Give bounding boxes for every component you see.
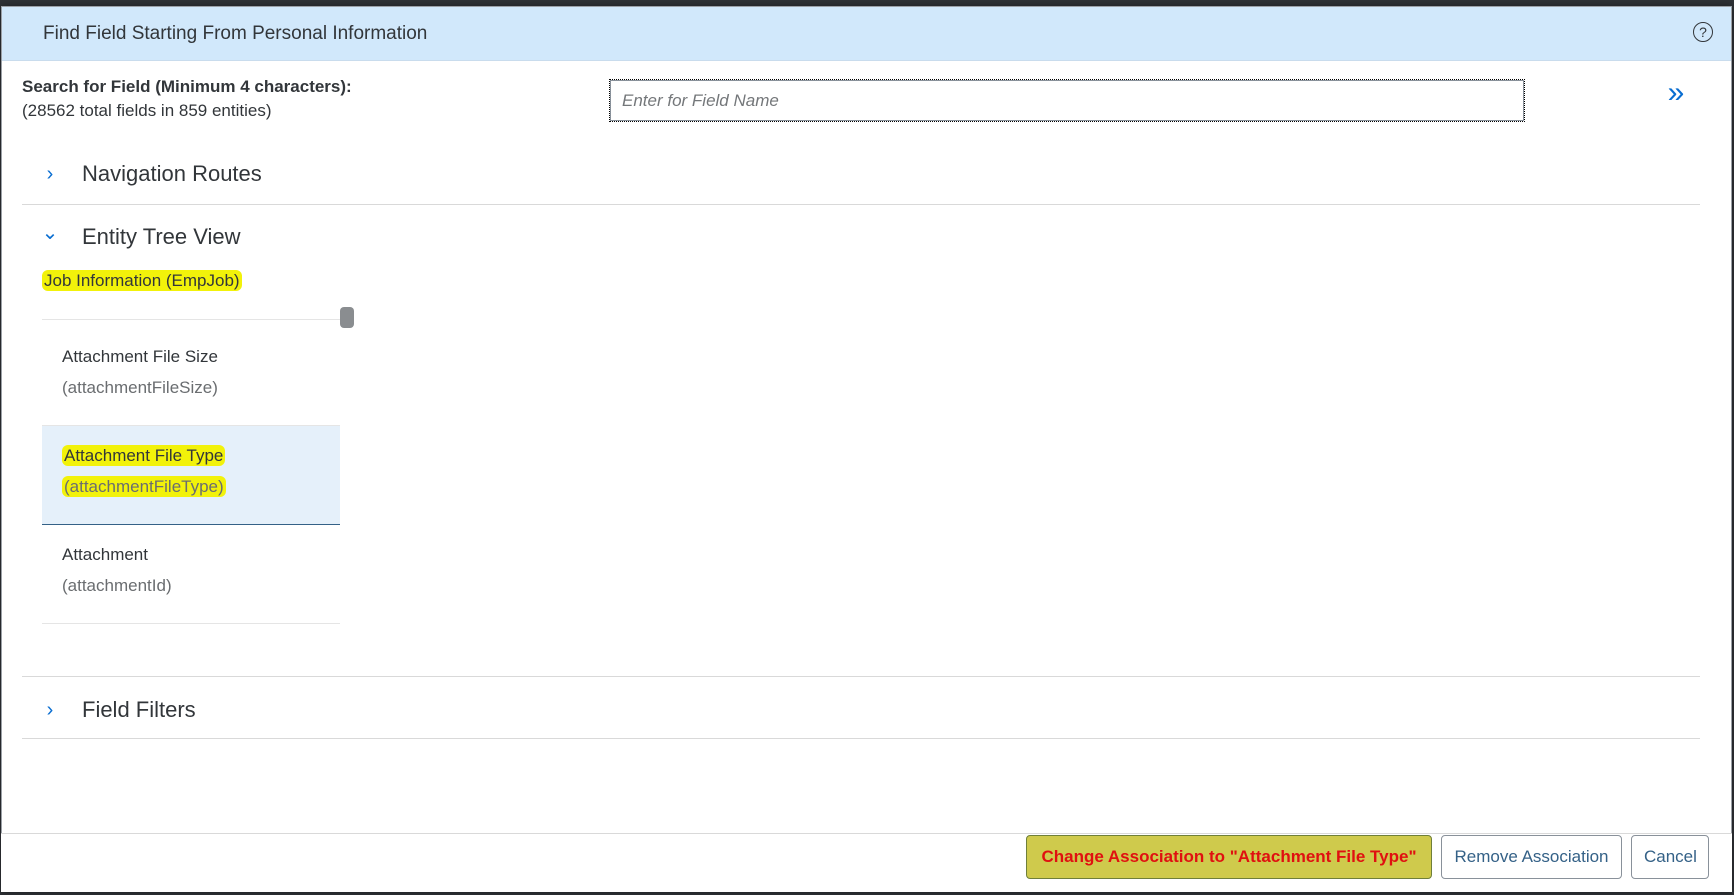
- field-id: (attachmentFileSize): [62, 378, 218, 397]
- field-id: (attachmentFileType): [62, 476, 226, 497]
- entity-title-label: Job Information (EmpJob): [42, 270, 242, 291]
- remove-association-button[interactable]: Remove Association: [1441, 835, 1622, 879]
- field-id: (attachmentId): [62, 576, 172, 595]
- change-association-button[interactable]: Change Association to "Attachment File T…: [1026, 835, 1432, 879]
- divider: [22, 738, 1700, 739]
- cancel-button[interactable]: Cancel: [1631, 835, 1709, 879]
- field-name-search-input[interactable]: [609, 79, 1525, 122]
- list-item[interactable]: Attachment File Size (attachmentFileSize…: [42, 327, 340, 426]
- search-sublabel: (28562 total fields in 859 entities): [22, 101, 272, 120]
- entity-title[interactable]: Job Information (EmpJob): [42, 270, 242, 291]
- chevron-right-icon[interactable]: ›: [39, 163, 61, 185]
- scroll-handle[interactable]: [340, 307, 354, 328]
- field-name: Attachment File Type: [62, 445, 226, 466]
- field-name: Attachment File Size: [62, 347, 218, 366]
- panel-field-filters[interactable]: › Field Filters: [22, 691, 1700, 731]
- dialog-header: Find Field Starting From Personal Inform…: [2, 7, 1731, 61]
- chevron-right-icon[interactable]: ›: [39, 699, 61, 721]
- field-name: Attachment: [62, 545, 148, 564]
- field-list: Attachment File Size (attachmentFileSize…: [42, 327, 340, 624]
- list-item[interactable]: Attachment (attachmentId): [42, 525, 340, 624]
- divider: [42, 319, 340, 320]
- double-chevron-right-icon[interactable]: »: [1662, 78, 1690, 108]
- panel-title: Navigation Routes: [82, 161, 262, 186]
- help-icon[interactable]: ?: [1693, 22, 1713, 42]
- chevron-down-icon[interactable]: ⌄: [39, 222, 61, 244]
- divider: [22, 676, 1700, 677]
- panel-entity-tree-view[interactable]: ⌄ Entity Tree View: [22, 218, 1700, 258]
- search-label: Search for Field (Minimum 4 characters):: [22, 77, 352, 96]
- divider: [22, 204, 1700, 205]
- list-item-selected[interactable]: Attachment File Type (attachmentFileType…: [42, 426, 340, 525]
- panel-navigation-routes[interactable]: › Navigation Routes: [22, 155, 1700, 195]
- search-label-block: Search for Field (Minimum 4 characters):…: [22, 75, 352, 123]
- dialog-title: Find Field Starting From Personal Inform…: [43, 23, 428, 44]
- panel-title: Field Filters: [82, 697, 196, 722]
- panel-title: Entity Tree View: [82, 224, 241, 249]
